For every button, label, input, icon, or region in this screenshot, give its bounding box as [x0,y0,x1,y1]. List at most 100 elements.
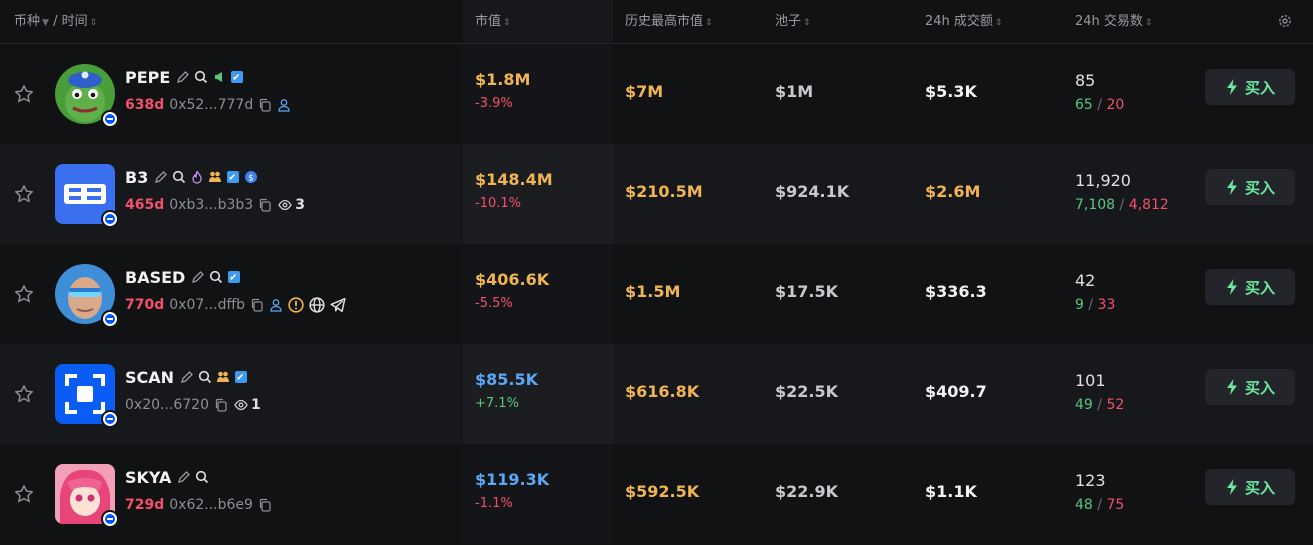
verified-badge-icon [228,271,241,283]
tx-count: 101 [1075,371,1106,390]
sort-icon: ⇕ [803,18,811,28]
token-symbol: SKYA [125,467,172,487]
edit-pencil-icon[interactable] [180,370,194,384]
table-row[interactable]: SKYA 729d 0x62...b6e9 $119.3K -1.1% $592… [0,444,1313,544]
base-chain-icon [101,110,119,128]
sort-icon: ⇕ [994,18,1003,28]
column-ath-market-cap[interactable]: 历史最高市值 ⇕ [625,0,713,43]
pool-value: $17.5K [775,282,839,301]
sell-count: 20 [1106,97,1125,113]
dropdown-caret-icon: ▼ [42,18,49,28]
column-market-cap-label: 市值 [475,14,502,29]
verified-badge-icon [227,171,240,183]
base-chain-icon [101,410,119,428]
copy-icon[interactable] [258,98,272,112]
settings-gear-icon[interactable] [1277,13,1293,29]
buy-count: 7,108 [1075,197,1116,213]
contract-address: 0x52...777d [169,97,254,113]
column-coin-time[interactable]: 币种 ▼ / 时间 ⇕ [14,0,97,43]
tx-count: 11,920 [1075,171,1131,190]
buy-count: 65 [1075,97,1093,113]
creator-user-icon[interactable] [269,298,283,312]
contract-address: 0xb3...b3b3 [169,197,254,213]
contract-address: 0x20...6720 [125,397,209,413]
copy-icon[interactable] [214,398,228,412]
pool-value: $22.5K [775,382,839,401]
holders-group-icon [209,171,222,182]
favorite-star-icon[interactable] [14,184,34,204]
website-globe-icon[interactable] [309,297,325,313]
buy-button[interactable]: 买入 [1205,169,1295,205]
buy-button-label: 买入 [1244,378,1275,397]
ath-market-cap-value: $210.5M [625,182,703,201]
column-pool[interactable]: 池子 ⇕ [775,0,811,43]
sell-count: 4,812 [1128,197,1169,213]
buy-button[interactable]: 买入 [1205,69,1295,105]
favorite-star-icon[interactable] [14,84,34,104]
token-symbol: PEPE [125,67,171,87]
search-icon[interactable] [195,470,209,484]
column-volume-24h[interactable]: 24h 成交额 ⇕ [925,0,1002,43]
svg-text:$: $ [248,174,254,184]
lightning-icon [1226,279,1237,295]
megaphone-icon[interactable] [212,70,226,84]
search-icon[interactable] [194,70,208,84]
buy-button-label: 买入 [1244,278,1275,297]
watcher-count: 3 [295,197,305,213]
market-cap-change: -10.1% [475,196,521,211]
search-icon[interactable] [172,170,186,184]
copy-icon[interactable] [250,298,264,312]
market-cap-value: $406.6K [475,270,550,289]
pool-value: $1M [775,82,814,101]
edit-pencil-icon[interactable] [177,470,191,484]
buy-button[interactable]: 买入 [1205,269,1295,305]
sort-icon: ⇕ [503,18,511,28]
creator-user-icon[interactable] [277,98,291,112]
edit-pencil-icon[interactable] [176,70,190,84]
favorite-star-icon[interactable] [14,284,34,304]
search-icon[interactable] [209,270,223,284]
copy-icon[interactable] [258,198,272,212]
favorite-star-icon[interactable] [14,484,34,504]
edit-pencil-icon[interactable] [154,170,168,184]
column-ath-label: 历史最高市值 [625,14,704,29]
buy-sell-count: 49 / 52 [1075,397,1125,413]
column-pool-label: 池子 [775,14,802,29]
column-market-cap[interactable]: 市值 ⇕ [463,0,613,43]
buy-count: 48 [1075,497,1093,513]
buy-sell-count: 48 / 75 [1075,497,1125,513]
table-row[interactable]: BASED 770d 0x07...dffb $406.6K -5.5% $1.… [0,244,1313,344]
buy-button-label: 买入 [1244,78,1275,97]
table-row[interactable]: SCAN 0x20...6720 1 $85.5K +7.1% $616.8K … [0,344,1313,444]
ath-market-cap-value: $592.5K [625,482,700,501]
pool-value: $924.1K [775,182,850,201]
buy-button[interactable]: 买入 [1205,369,1295,405]
column-tx-24h[interactable]: 24h 交易数 ⇕ [1075,0,1152,43]
copy-icon[interactable] [258,498,272,512]
verified-badge-icon [231,71,244,83]
token-age: 729d [125,497,165,513]
warning-icon[interactable] [288,297,304,313]
ath-market-cap-value: $616.8K [625,382,700,401]
ath-market-cap-value: $1.5M [625,282,681,301]
edit-pencil-icon[interactable] [191,270,205,284]
volume-24h-value: $5.3K [925,82,977,101]
buy-count: 9 [1075,297,1084,313]
volume-24h-value: $409.7 [925,382,987,401]
token-table: 币种 ▼ / 时间 ⇕ 市值 ⇕ 历史最高市值 ⇕ 池子 ⇕ 24h 成交额 ⇕ 24h 交… [0,0,1313,545]
market-cap-change: -1.1% [475,496,513,511]
sort-icon: ⇕ [89,18,98,28]
contract-address: 0x07...dffb [169,297,246,313]
contract-address: 0x62...b6e9 [169,497,253,513]
search-icon[interactable] [198,370,212,384]
token-age: 770d [125,297,165,313]
telegram-icon[interactable] [330,297,346,313]
base-chain-icon [101,210,119,228]
sell-count: 75 [1106,497,1125,513]
lightning-icon [1226,379,1237,395]
table-row[interactable]: B3 $ 465d 0xb3...b3b3 3 $148.4M -10.1% $… [0,144,1313,244]
table-row[interactable]: PEPE 638d 0x52...777d $1.8M -3.9% $7M $1… [0,44,1313,144]
favorite-star-icon[interactable] [14,384,34,404]
buy-button[interactable]: 买入 [1205,469,1295,505]
base-chain-icon [101,310,119,328]
